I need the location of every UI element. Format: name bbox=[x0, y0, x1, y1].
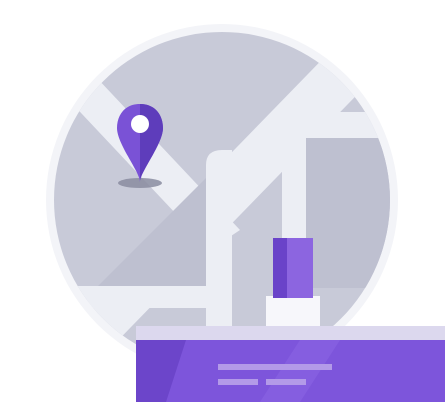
building-side bbox=[273, 238, 287, 298]
panel-line-1 bbox=[218, 364, 332, 370]
building-icon bbox=[266, 238, 320, 336]
panel-line-3 bbox=[266, 379, 306, 385]
map-illustration bbox=[46, 24, 445, 402]
panel-top-bar bbox=[136, 326, 445, 340]
map-block-right bbox=[306, 138, 390, 288]
storefront-window-icon bbox=[136, 326, 445, 402]
pin-hole bbox=[131, 115, 149, 133]
horizontal-road bbox=[54, 286, 230, 308]
panel-line-2 bbox=[218, 379, 258, 385]
